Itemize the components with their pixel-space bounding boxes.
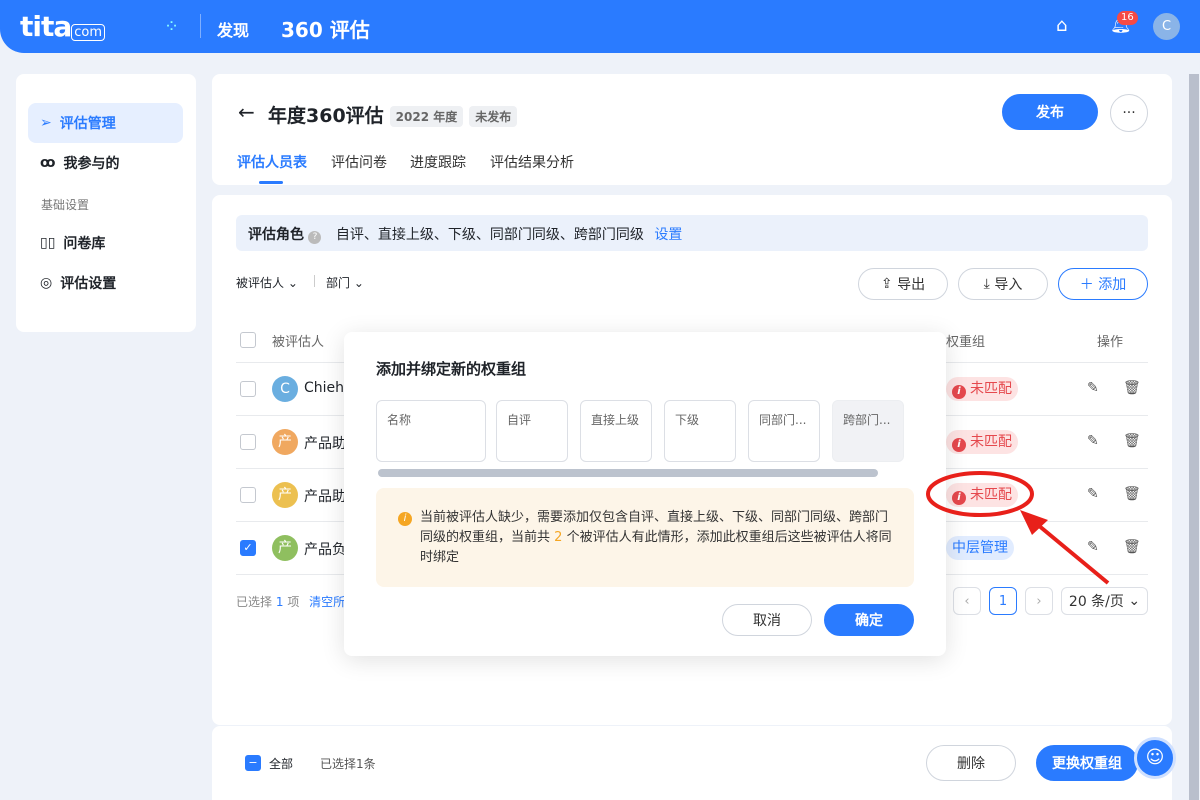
filter-department[interactable]: 部门 ⌄ (326, 274, 364, 291)
evaluatee-name[interactable]: 产品负 (304, 539, 346, 559)
column-header-weight-group: 权重组 (946, 335, 986, 350)
row-checkbox[interactable]: ✓ (240, 540, 256, 556)
more-button[interactable]: ··· (1110, 94, 1148, 132)
paper-plane-icon: ➢ (40, 115, 52, 131)
avatar: 产 (272, 482, 298, 508)
evaluatee-name[interactable]: 产品助 (304, 486, 346, 506)
logo[interactable]: tita com (20, 10, 106, 43)
tab-evaluators[interactable]: 评估人员表 (237, 152, 307, 172)
horizontal-scrollbar[interactable] (378, 469, 878, 477)
sidebar-item-settings[interactable]: ◎ 评估设置 (28, 263, 183, 303)
annotation-highlight (926, 471, 1110, 585)
warning-notice: i 当前被评估人缺少，需要添加仅包含自评、直接上级、下级、同部门同级、跨部门同级… (376, 488, 914, 587)
back-arrow-icon[interactable]: ← (238, 100, 255, 124)
export-icon: ⇪ (880, 276, 893, 292)
sidebar-item-library[interactable]: ▯▯ 问卷库 (28, 223, 183, 263)
sidebar-item-participated[interactable]: ꝏ 我参与的 (28, 143, 183, 183)
error-icon: i (952, 385, 966, 399)
delete-icon[interactable]: 🗑︎ (1123, 433, 1141, 449)
row-checkbox[interactable] (240, 487, 256, 503)
page-size-select[interactable]: 20 条/页 ⌄ (1061, 587, 1148, 615)
avatar[interactable]: C (1153, 13, 1180, 40)
weight-group-tag: i 未匹配 (946, 430, 1018, 454)
prev-page-button[interactable]: ‹ (953, 587, 981, 615)
footer-all-label: 全部 (269, 757, 294, 771)
next-page-button[interactable]: › (1025, 587, 1053, 615)
top-bar: tita com ⁘ 发现 360 评估 ⌂ 🔔︎ 16 C (0, 0, 1200, 53)
users-icon: ꝏ (40, 155, 56, 171)
page-1[interactable]: 1 (989, 587, 1017, 615)
plus-icon: ＋ (1079, 277, 1094, 293)
column-subordinate-field[interactable]: 下级 (664, 400, 736, 462)
apps-icon[interactable]: ⁘ (164, 16, 179, 37)
column-self-field[interactable]: 自评 (496, 400, 568, 462)
delete-icon[interactable]: 🗑︎ (1123, 539, 1141, 555)
nav-discover[interactable]: 发现 (217, 17, 249, 41)
error-icon: i (952, 438, 966, 452)
highlight-arrow (1030, 518, 1110, 585)
roles-settings-link[interactable]: 设置 (654, 227, 682, 243)
app-title: 360 评估 (281, 18, 370, 42)
select-all-footer-checkbox[interactable]: − (245, 755, 261, 771)
column-name-field[interactable]: 名称 (376, 400, 486, 462)
support-icon[interactable]: ☺ (1134, 737, 1176, 779)
status-tag: 未发布 (469, 106, 518, 127)
roles-bar: 评估角色 ? 自评、直接上级、下级、同部门同级、跨部门同级 设置 (236, 215, 1148, 251)
change-weight-group-button[interactable]: 更换权重组 (1036, 745, 1138, 781)
edit-icon[interactable]: ✎ (1087, 380, 1099, 396)
settings-icon: ◎ (40, 275, 53, 291)
column-header-ops: 操作 (1097, 335, 1124, 350)
delete-icon[interactable]: 🗑︎ (1123, 486, 1141, 502)
year-tag: 2022 年度 (389, 106, 464, 127)
evaluatee-name[interactable]: 产品助 (304, 433, 346, 453)
export-button[interactable]: ⇪ 导出 (858, 268, 948, 300)
confirm-button[interactable]: 确定 (824, 604, 914, 636)
sidebar-item-evaluation-management[interactable]: ➢ 评估管理 (28, 103, 183, 143)
delete-icon[interactable]: 🗑︎ (1123, 380, 1141, 396)
selection-info: 已选择 1 项 清空所 (236, 595, 346, 609)
notification-badge: 16 (1117, 11, 1138, 25)
import-icon: ⤓ (983, 276, 990, 292)
page-scrollbar[interactable] (1189, 74, 1199, 800)
import-button[interactable]: ⤓ 导入 (958, 268, 1048, 300)
add-button[interactable]: ＋ 添加 (1058, 268, 1148, 300)
tab-progress[interactable]: 进度跟踪 (410, 152, 466, 172)
clear-selection-link[interactable]: 清空所 (309, 595, 345, 609)
column-cross-dept-field[interactable]: 跨部门... (832, 400, 904, 462)
avatar: 产 (272, 429, 298, 455)
page-title: 年度360评估 (268, 105, 384, 127)
evaluatee-name[interactable]: Chieh (304, 380, 344, 396)
delete-button[interactable]: 删除 (926, 745, 1016, 781)
column-same-dept-field[interactable]: 同部门... (748, 400, 820, 462)
row-checkbox[interactable] (240, 381, 256, 397)
footer-selected-count: 已选择1条 (320, 757, 376, 771)
column-header-evaluatee: 被评估人 (272, 335, 325, 350)
sidebar: ➢ 评估管理 ꝏ 我参与的 基础设置 ▯▯ 问卷库 ◎ 评估设置 (16, 74, 196, 332)
filter-evaluatee[interactable]: 被评估人 ⌄ (236, 274, 298, 291)
column-superior-field[interactable]: 直接上级 (580, 400, 652, 462)
edit-icon[interactable]: ✎ (1087, 433, 1099, 449)
info-icon: i (398, 512, 412, 526)
help-icon[interactable]: ? (308, 231, 322, 244)
avatar: C (272, 376, 298, 402)
tab-results[interactable]: 评估结果分析 (490, 152, 574, 172)
avatar: 产 (272, 535, 298, 561)
dialog-title: 添加并绑定新的权重组 (376, 360, 527, 378)
weight-group-tag: i 未匹配 (946, 377, 1018, 401)
highlight-circle (926, 471, 1034, 517)
publish-button[interactable]: 发布 (1002, 94, 1098, 130)
sidebar-section-label: 基础设置 (41, 198, 90, 212)
tab-questionnaire[interactable]: 评估问卷 (331, 152, 387, 172)
home-icon[interactable]: ⌂ (1056, 15, 1067, 36)
library-icon: ▯▯ (40, 235, 56, 251)
cancel-button[interactable]: 取消 (722, 604, 812, 636)
row-checkbox[interactable] (240, 434, 256, 450)
add-weight-group-dialog: 添加并绑定新的权重组 名称 自评 直接上级 下级 同部门... 跨部门... i… (344, 332, 946, 656)
select-all-checkbox[interactable] (240, 332, 256, 348)
